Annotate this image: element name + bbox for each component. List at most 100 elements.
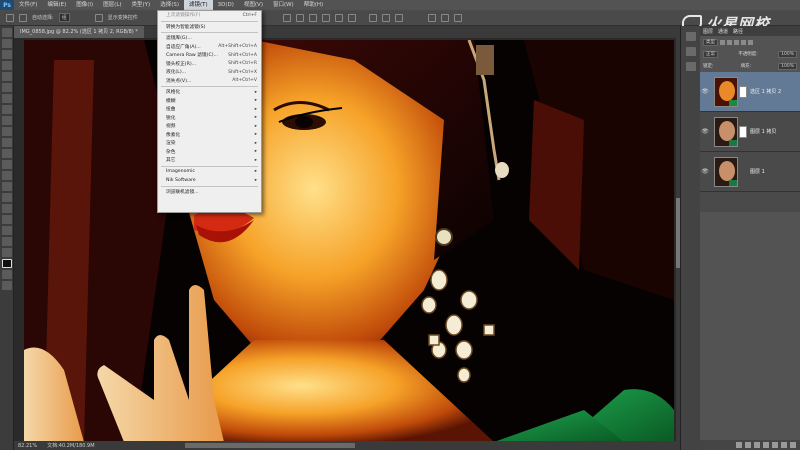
tab-paths[interactable]: 路径 xyxy=(733,28,743,35)
link-layers-icon[interactable] xyxy=(736,442,742,448)
filter-menu-item[interactable]: 滤镜库(G)... xyxy=(158,34,261,43)
lasso-tool-icon[interactable] xyxy=(2,50,12,59)
menu-item[interactable]: 图层(L) xyxy=(98,0,126,10)
type-tool-icon[interactable] xyxy=(2,193,12,202)
filter-menu-item[interactable]: Imagenomic ▸ xyxy=(158,168,261,177)
screen-mode-icon[interactable] xyxy=(2,281,12,290)
show-transform-checkbox[interactable] xyxy=(94,13,103,22)
shape-tool-icon[interactable] xyxy=(2,215,12,224)
document-tab[interactable]: IMG_0858.jpg @ 82.2% (选区 1 拷贝 2, RGB/8) … xyxy=(14,26,144,38)
align-right-icon[interactable] xyxy=(347,13,356,22)
filter-menu-item[interactable]: 其它 ▸ xyxy=(158,156,261,165)
healing-brush-tool-icon[interactable] xyxy=(2,94,12,103)
distribute-icon-3[interactable] xyxy=(394,13,403,22)
filter-menu-item[interactable]: 扭曲 ▸ xyxy=(158,105,261,114)
menu-item[interactable]: 帮助(H) xyxy=(299,0,328,10)
3d-mode-icon[interactable] xyxy=(427,13,436,22)
filter-menu-item[interactable]: 镜头校正(R)... Shift+Ctrl+R xyxy=(158,60,261,69)
eyedropper-tool-icon[interactable] xyxy=(2,83,12,92)
layer-row[interactable]: 👁 选区 1 拷贝 2 xyxy=(700,72,800,112)
filter-menu-item[interactable]: 杂色 ▸ xyxy=(158,148,261,157)
filter-menu-item[interactable]: 风格化 ▸ xyxy=(158,88,261,97)
align-middle-icon[interactable] xyxy=(295,13,304,22)
filter-adjustment-icon[interactable] xyxy=(727,39,732,45)
move-tool-icon[interactable] xyxy=(6,13,14,22)
filter-menu-item[interactable]: 液化(L)... Shift+Ctrl+X xyxy=(158,68,261,77)
tab-layers[interactable]: 图层 xyxy=(703,28,713,35)
layer-row[interactable]: 👁 图层 1 拷贝 xyxy=(700,112,800,152)
filter-menu-item[interactable]: 模糊 ▸ xyxy=(158,97,261,106)
blur-tool-icon[interactable] xyxy=(2,160,12,169)
layer-row[interactable]: 👁 图层 1 xyxy=(700,152,800,192)
distribute-icon[interactable] xyxy=(368,13,377,22)
filter-menu-item[interactable]: 像素化 ▸ xyxy=(158,131,261,140)
photo-canvas[interactable] xyxy=(24,40,674,441)
visibility-eye-icon[interactable]: 👁 xyxy=(700,168,710,175)
path-select-tool-icon[interactable] xyxy=(2,204,12,213)
menu-item[interactable]: 滤镜(T) xyxy=(183,0,213,10)
adjustments-panel-icon[interactable] xyxy=(686,62,696,71)
layer-name[interactable]: 图层 1 xyxy=(750,168,765,175)
3d-pan-icon[interactable] xyxy=(453,13,462,22)
eraser-tool-icon[interactable] xyxy=(2,138,12,147)
marquee-tool-icon[interactable] xyxy=(2,39,12,48)
pen-tool-icon[interactable] xyxy=(2,182,12,191)
align-center-icon[interactable] xyxy=(334,13,343,22)
filter-shape-icon[interactable] xyxy=(741,39,746,45)
add-mask-icon[interactable] xyxy=(754,442,760,448)
opacity-input[interactable]: 100% xyxy=(778,50,797,58)
layer-style-icon[interactable] xyxy=(745,442,751,448)
document-info[interactable]: 文档:40.2M/180.9M xyxy=(47,442,94,449)
align-top-icon[interactable] xyxy=(282,13,291,22)
adjustment-layer-icon[interactable] xyxy=(763,442,769,448)
distribute-icon-2[interactable] xyxy=(381,13,390,22)
new-layer-icon[interactable] xyxy=(781,442,787,448)
quick-mask-icon[interactable] xyxy=(2,270,12,279)
fill-input[interactable]: 100% xyxy=(778,62,797,70)
filter-menu-item[interactable]: 上次滤镜操作(F) Ctrl+F xyxy=(158,11,261,20)
layer-mask-thumbnail[interactable] xyxy=(739,125,747,138)
visibility-eye-icon[interactable]: 👁 xyxy=(700,128,710,135)
brush-tool-icon[interactable] xyxy=(2,105,12,114)
edit-toolbar-icon[interactable] xyxy=(2,248,12,257)
filter-type-icon[interactable] xyxy=(734,39,739,45)
align-bottom-icon[interactable] xyxy=(308,13,317,22)
menu-item[interactable]: 选择(S) xyxy=(155,0,184,10)
zoom-tool-icon[interactable] xyxy=(2,237,12,246)
menu-item[interactable]: 3D(D) xyxy=(213,0,239,10)
menu-item[interactable]: 视图(V) xyxy=(239,0,268,10)
visibility-eye-icon[interactable]: 👁 xyxy=(700,88,710,95)
filter-menu-item[interactable]: Camera Raw 滤镜(C)... Shift+Ctrl+A xyxy=(158,51,261,60)
move-tool-icon[interactable] xyxy=(2,28,12,37)
foreground-color-swatch[interactable] xyxy=(2,259,12,268)
layer-filter-dropdown[interactable]: 类型 xyxy=(703,38,718,46)
dodge-tool-icon[interactable] xyxy=(2,171,12,180)
blend-mode-dropdown[interactable]: 正常 xyxy=(703,50,718,58)
filter-menu-item[interactable]: 渲染 ▸ xyxy=(158,139,261,148)
history-brush-tool-icon[interactable] xyxy=(2,127,12,136)
tab-channels[interactable]: 通道 xyxy=(718,28,728,35)
menu-item[interactable]: 图像(I) xyxy=(71,0,98,10)
filter-menu-item[interactable]: Nik Software ▸ xyxy=(158,176,261,185)
layer-name[interactable]: 图层 1 拷贝 xyxy=(750,128,776,135)
layer-mask-thumbnail[interactable] xyxy=(739,85,747,98)
new-group-icon[interactable] xyxy=(772,442,778,448)
layer-name[interactable]: 选区 1 拷贝 2 xyxy=(750,88,781,95)
filter-menu-item[interactable]: 视频 ▸ xyxy=(158,122,261,131)
menu-item[interactable]: 编辑(E) xyxy=(42,0,71,10)
filter-menu-item[interactable]: 消失点(V)... Alt+Ctrl+V xyxy=(158,77,261,86)
delete-layer-icon[interactable] xyxy=(790,442,796,448)
gradient-tool-icon[interactable] xyxy=(2,149,12,158)
filter-menu-item[interactable]: 自适应广角(A)... Alt+Shift+Ctrl+A xyxy=(158,43,261,52)
history-panel-icon[interactable] xyxy=(686,32,696,41)
menu-item[interactable]: 类型(Y) xyxy=(127,0,156,10)
filter-menu-item[interactable]: 浏览联机滤镜... xyxy=(158,188,261,197)
filter-smart-icon[interactable] xyxy=(748,39,753,45)
auto-select-dropdown[interactable]: 组 xyxy=(58,13,70,22)
align-left-icon[interactable] xyxy=(321,13,330,22)
filter-menu-item[interactable]: 转换为智能滤镜(S) xyxy=(158,23,261,32)
clone-stamp-tool-icon[interactable] xyxy=(2,116,12,125)
crop-tool-icon[interactable] xyxy=(2,72,12,81)
properties-panel-icon[interactable] xyxy=(686,47,696,56)
quick-select-tool-icon[interactable] xyxy=(2,61,12,70)
